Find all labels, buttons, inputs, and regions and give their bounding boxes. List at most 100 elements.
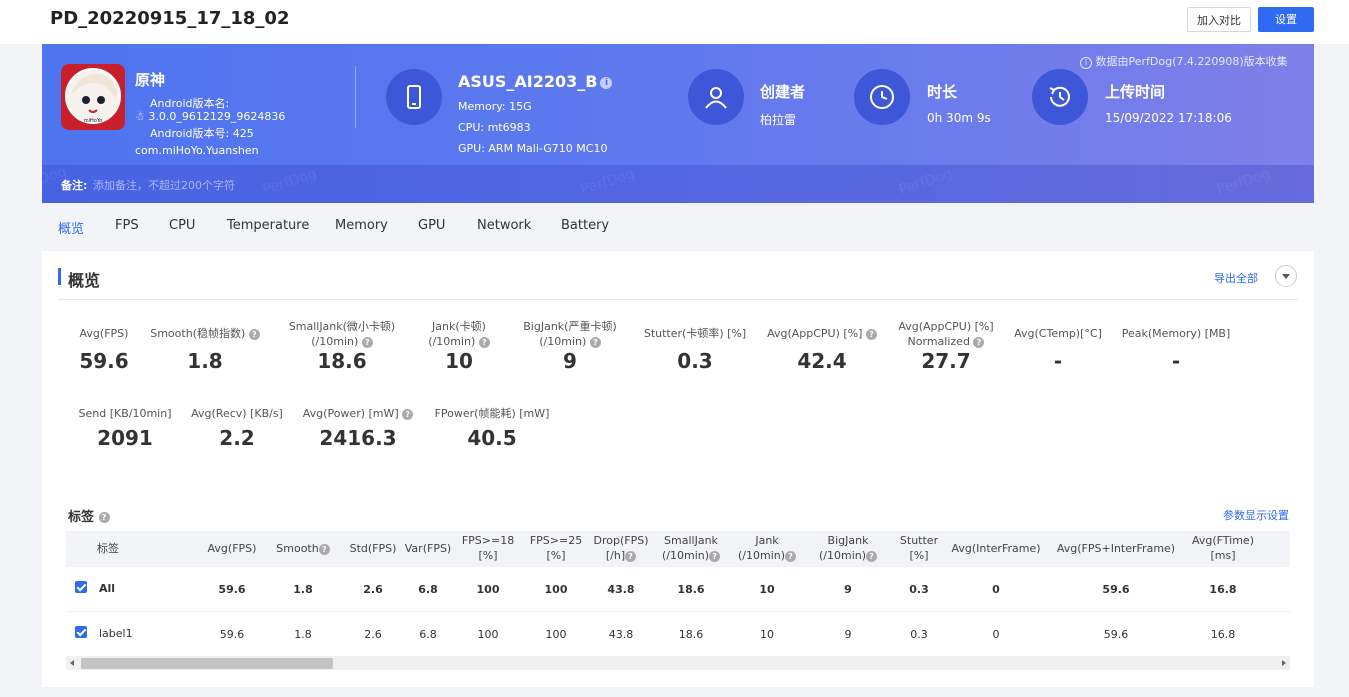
help-icon[interactable]: ?	[625, 550, 637, 562]
android-icon: ☃	[135, 110, 145, 123]
app-icon: miHoYo	[61, 64, 125, 130]
metric-label: Send [KB/10min]	[78, 407, 172, 420]
chevron-down-icon[interactable]	[1275, 265, 1297, 287]
metric-send: Send [KB/10min] 2091	[65, 406, 185, 450]
row-tag-name: label1	[99, 627, 133, 640]
metric-avg-ctemp: Avg(CTemp)[°C] -	[998, 319, 1118, 373]
section-accent	[58, 268, 61, 285]
tab-temperature[interactable]: Temperature	[227, 218, 309, 233]
param-display-settings-link[interactable]: 参数显示设置	[1223, 507, 1289, 523]
tab-memory[interactable]: Memory	[335, 218, 388, 233]
table-cell: 100	[477, 628, 499, 641]
note-label: 备注:	[61, 179, 88, 192]
creator-value: 柏拉雷	[760, 113, 797, 127]
phone-icon	[386, 69, 442, 125]
overview-panel: 概览 导出全部 Avg(FPS) 59.6 Smooth(稳帧指数) ? 1.8…	[42, 251, 1314, 687]
device-name-text: ASUS_AI2203_B	[458, 72, 598, 91]
metric-value: 2.2	[219, 426, 255, 450]
package-name: com.miHoYo.Yuanshen	[135, 144, 259, 157]
table-cell: 0.3	[910, 628, 928, 641]
export-all-link[interactable]: 导出全部	[1214, 270, 1258, 286]
tab-fps[interactable]: FPS	[115, 218, 139, 233]
help-icon[interactable]: ?	[785, 550, 797, 562]
column-header-text: FPS>=25	[529, 534, 583, 547]
add-compare-button[interactable]: 加入对比	[1187, 7, 1251, 32]
metric-label-2: (/10min)	[311, 335, 359, 348]
metric-label: Jank(卡顿)	[432, 320, 486, 333]
row-tag-name: All	[99, 582, 116, 595]
help-icon[interactable]: ?	[973, 336, 985, 348]
info-icon: i	[1080, 57, 1092, 69]
table-row[interactable]: All 59.6 1.8 2.6 6.8 100 100 43.8 18.6 1…	[66, 567, 1290, 612]
table-cell: 59.6	[1103, 628, 1129, 641]
help-icon[interactable]: ?	[248, 328, 260, 340]
column-header-unit: (/10min)	[661, 549, 710, 562]
device-cpu: CPU: mt6983	[458, 121, 531, 134]
help-icon[interactable]: ?	[709, 550, 721, 562]
settings-button[interactable]: 设置	[1258, 7, 1314, 32]
help-icon[interactable]: ?	[478, 336, 490, 348]
note-input[interactable]: 添加备注，不超过200个字符	[93, 177, 235, 193]
help-icon[interactable]: ?	[98, 512, 110, 523]
section-title: 概览	[68, 271, 101, 290]
column-header: Avg(FTime) [ms]	[1188, 533, 1258, 563]
device-gpu: GPU: ARM Mali-G710 MC10	[458, 142, 608, 155]
metric-value: -	[1053, 349, 1063, 373]
help-icon[interactable]: ?	[402, 408, 414, 420]
metric-label: FPower(帧能耗) [mW]	[434, 407, 550, 420]
metric-value: -	[1171, 349, 1181, 373]
help-icon[interactable]: ?	[865, 328, 877, 340]
device-info-icon[interactable]: i	[600, 76, 613, 89]
data-source-info: i 数据由PerfDog(7.4.220908)版本收集	[1080, 53, 1288, 69]
table-cell: 16.8	[1209, 583, 1237, 596]
tab-gpu[interactable]: GPU	[418, 218, 445, 233]
tab-network[interactable]: Network	[477, 218, 531, 233]
help-icon[interactable]: ?	[589, 336, 601, 348]
metric-value: 18.6	[317, 349, 367, 373]
tab-battery[interactable]: Battery	[561, 218, 609, 233]
table-row[interactable]: label1 59.6 1.8 2.6 6.8 100 100 43.8 18.…	[66, 612, 1290, 657]
scrollbar-thumb[interactable]	[81, 658, 333, 669]
column-header: Drop(FPS) [/h]?	[591, 533, 651, 563]
table-cell: 59.6	[219, 628, 245, 641]
metric-stutter: Stutter(卡顿率) [%] 0.3	[635, 319, 755, 373]
column-header-unit: [ms]	[1210, 549, 1236, 562]
metric-avg-power: Avg(Power) [mW] ? 2416.3	[298, 406, 418, 450]
table-cell: 6.8	[419, 628, 437, 641]
tab-overview[interactable]: 概览	[58, 218, 84, 237]
duration-title: 时长	[927, 83, 958, 101]
scroll-left-icon[interactable]	[70, 660, 74, 666]
metric-avg-appcpu: Avg(AppCPU) [%] ? 42.4	[762, 319, 882, 373]
column-header-text: SmallJank	[664, 534, 718, 547]
metric-label: BigJank(严重卡顿)	[523, 320, 617, 333]
metric-label: Stutter(卡顿率) [%]	[643, 327, 747, 340]
column-header-text: Avg(FTime)	[1191, 534, 1254, 547]
column-header: Stutter [%]	[894, 533, 944, 563]
app-icon-text: miHoYo	[84, 118, 103, 124]
table-cell: 10	[760, 628, 774, 641]
column-header-text: BigJank	[827, 534, 869, 547]
column-header: Avg(FPS)	[207, 542, 257, 555]
table-cell: 18.6	[678, 628, 704, 641]
row-checkbox[interactable]	[75, 581, 87, 593]
android-version-code: Android版本号: 425	[150, 127, 254, 140]
help-icon[interactable]: ?	[318, 543, 330, 555]
table-cell: 59.6	[1102, 583, 1130, 596]
table-cell: 1.8	[293, 583, 313, 596]
app-name: 原神	[135, 71, 166, 89]
column-header-unit: [%]	[478, 549, 498, 562]
column-header-text: FPS>=18	[461, 534, 515, 547]
help-icon[interactable]: ?	[866, 550, 878, 562]
help-icon[interactable]: ?	[361, 336, 373, 348]
table-cell: 6.8	[418, 583, 438, 596]
table-header: 标签 Avg(FPS) Smooth? Std(FPS) Var(FPS) FP…	[66, 531, 1290, 567]
tab-cpu[interactable]: CPU	[169, 218, 195, 233]
scroll-right-icon[interactable]	[1282, 660, 1286, 666]
table-cell: 100	[544, 583, 568, 596]
metric-smooth: Smooth(稳帧指数) ? 1.8	[145, 319, 265, 373]
table-cell: 100	[545, 628, 567, 641]
horizontal-scrollbar[interactable]	[66, 657, 1290, 670]
table-cell: 1.8	[294, 628, 312, 641]
row-checkbox[interactable]	[75, 626, 87, 638]
column-header: FPS>=18 [%]	[458, 533, 518, 563]
